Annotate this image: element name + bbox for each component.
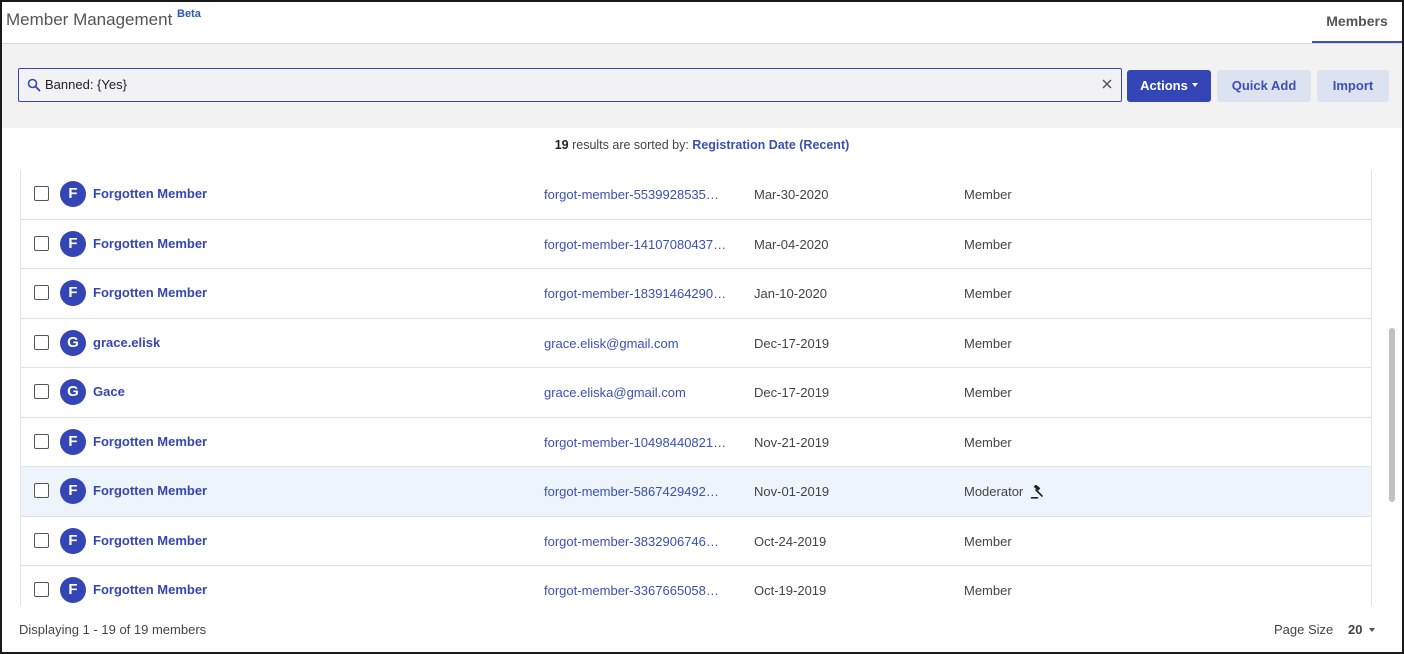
member-name-link[interactable]: Forgotten Member [93,582,207,597]
tab-members[interactable]: Members [1312,2,1402,43]
avatar: F [60,577,86,603]
member-email-link[interactable]: forgot-member-5539928535… [544,187,719,202]
member-email-link[interactable]: grace.eliska@gmail.com [544,385,686,400]
caret-down-icon[interactable] [1369,628,1375,632]
table-row[interactable]: F Forgotten Member forgot-member-553992853… [21,170,1371,220]
avatar: F [60,230,86,257]
table-row[interactable]: F Forgotten Member forgot-member-183914642… [21,269,1371,319]
member-role: Member [964,434,1012,450]
registration-date: Dec-17-2019 [754,385,830,400]
table-row[interactable]: G Gace grace.eliska@gmail.com Dec-17-2019 Me… [21,368,1371,418]
row-checkbox[interactable] [34,433,49,449]
row-checkbox[interactable] [34,483,49,498]
table-scrollbar[interactable] [1387,170,1397,606]
registration-date: Oct-24-2019 [754,533,827,549]
member-role: Member [964,286,1012,301]
member-role: Member [964,236,1012,252]
results-text: results are sorted by: [572,138,689,152]
member-role: Member [964,187,1012,202]
filter-toolbar: Banned: {Yes} Actions Quick Add Import [2,44,1402,128]
registration-date: Oct-19-2019 [754,583,827,598]
table-row[interactable]: F Forgotten Member forgot-member-141070804… [21,219,1371,269]
member-email-link[interactable]: forgot-member-3367665058… [544,583,719,598]
page-size-label: Page Size [1274,622,1334,637]
row-checkbox[interactable] [34,582,49,597]
registration-date: Nov-21-2019 [754,434,830,450]
avatar: F [60,181,86,207]
page-size-select[interactable]: 20 [1348,622,1362,637]
registration-date: Mar-30-2020 [754,187,829,202]
row-checkbox[interactable] [34,186,49,201]
page-header: Member Management Beta Members [2,2,1402,44]
member-name-link[interactable]: Forgotten Member [93,434,207,449]
member-name-link[interactable]: Forgotten Member [93,285,207,300]
member-name-link[interactable]: Gace [93,384,125,399]
member-email-link[interactable]: forgot-member-14107080437… [544,237,726,252]
avatar: F [60,280,86,306]
member-email-link[interactable]: forgot-member-18391464290… [544,286,726,301]
row-checkbox[interactable] [34,334,49,350]
actions-button-label: Actions [1140,78,1188,93]
member-email-link[interactable]: forgot-member-5867429492… [544,484,719,499]
table-row[interactable]: F Forgotten Member forgot-member-104984408… [21,417,1371,467]
table-row[interactable]: F Forgotten Member forgot-member-383290674… [21,516,1371,566]
table-row[interactable]: F Forgotten Member forgot-member-586742949… [21,467,1371,517]
page-title: Member Management [6,10,173,29]
member-role: Member [964,385,1012,400]
member-name-link[interactable]: grace.elisk [93,335,160,350]
search-icon [27,78,41,92]
member-email-link[interactable]: forgot-member-3832906746… [544,534,719,549]
displaying-count: Displaying 1 - 19 of 19 members [19,622,207,637]
search-input[interactable]: Banned: {Yes} [18,68,1122,102]
table-row[interactable]: Ggrace.elisk grace.elisk@gmail.com Dec-17-… [21,318,1371,368]
row-checkbox[interactable] [34,285,49,300]
member-role: Member [964,533,1012,549]
member-name-link[interactable]: Forgotten Member [93,236,207,251]
registration-date: Mar-04-2020 [754,236,829,252]
scrollbar-thumb[interactable] [1389,328,1395,502]
avatar: G [60,329,86,356]
avatar: F [60,527,86,554]
caret-down-icon [1191,82,1198,87]
avatar: F [60,428,86,455]
table-row[interactable]: F Forgotten Member forgot-member-336766505… [21,566,1371,606]
actions-button[interactable]: Actions [1127,70,1211,102]
member-email-link[interactable]: grace.elisk@gmail.com [544,336,679,351]
row-checkbox[interactable] [34,235,49,251]
member-role: Member [964,583,1012,598]
member-name-link[interactable]: Forgotten Member [93,186,207,201]
table-footer: Displaying 1 - 19 of 19 members Page Siz… [2,606,1402,652]
row-checkbox[interactable] [34,384,49,399]
member-table: F Forgotten Member forgot-member-553992853… [20,170,1372,606]
results-summary: 19 results are sorted by: Registration D… [2,138,1402,152]
results-count: 19 [554,138,569,152]
avatar: G [60,379,86,405]
search-query-text: Banned: {Yes} [45,77,127,92]
avatar: F [60,478,86,504]
member-role: Moderator [964,484,1024,499]
member-role: Member [964,335,1012,351]
import-button[interactable]: Import [1317,70,1389,102]
registration-date: Dec-17-2019 [754,335,830,351]
member-name-link[interactable]: Forgotten Member [93,533,207,548]
gavel-icon [1030,485,1043,499]
member-name-link[interactable]: Forgotten Member [93,483,207,498]
row-checkbox[interactable] [34,532,49,548]
registration-date: Nov-01-2019 [754,484,830,499]
registration-date: Jan-10-2020 [754,286,827,301]
quick-add-button[interactable]: Quick Add [1217,70,1311,102]
member-management-window: Member Management Beta Members Banned: {… [0,0,1404,654]
beta-badge: Beta [177,8,201,20]
member-email-link[interactable]: forgot-member-10498440821… [544,435,726,450]
close-icon[interactable] [1099,76,1115,92]
sort-by-link[interactable]: Registration Date (Recent) [692,138,849,152]
